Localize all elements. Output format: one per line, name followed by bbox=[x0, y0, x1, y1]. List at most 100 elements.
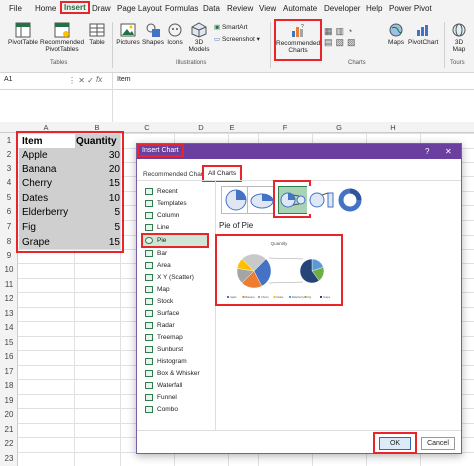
row-header[interactable]: 2 bbox=[0, 150, 18, 159]
subtype-doughnut[interactable] bbox=[335, 186, 365, 214]
tab-recommended-charts[interactable]: Recommended Charts bbox=[143, 171, 208, 178]
cell-quantity[interactable]: 15 bbox=[100, 236, 120, 249]
3d-map-button[interactable]: 3D Map bbox=[448, 22, 470, 53]
fx-icon[interactable]: fx bbox=[96, 75, 102, 84]
formula-input[interactable]: Item bbox=[117, 76, 131, 83]
cell-item[interactable]: Elderberry bbox=[22, 206, 68, 219]
row-header[interactable]: 11 bbox=[0, 280, 18, 289]
smartart-button[interactable]: ▣ SmartArt bbox=[214, 23, 248, 31]
ok-button[interactable]: OK bbox=[379, 437, 411, 450]
screenshot-button[interactable]: ▭ Screenshot ▾ bbox=[214, 35, 260, 43]
row-header[interactable]: 9 bbox=[0, 251, 18, 260]
chart-gallery-icons[interactable]: ▦▥◔ ▤▧▨ bbox=[324, 26, 359, 48]
row-header[interactable]: 10 bbox=[0, 265, 18, 274]
row-header[interactable]: 5 bbox=[0, 193, 18, 202]
row-header[interactable]: 22 bbox=[0, 439, 18, 448]
row-header[interactable]: 17 bbox=[0, 367, 18, 376]
chart-type-funnel[interactable]: Funnel bbox=[145, 392, 177, 403]
row-header[interactable]: 20 bbox=[0, 410, 18, 419]
tab-power-pivot[interactable]: Power Pivot bbox=[389, 4, 432, 13]
tab-home[interactable]: Home bbox=[35, 4, 56, 13]
row-header[interactable]: 19 bbox=[0, 396, 18, 405]
cell-quantity[interactable]: 20 bbox=[100, 163, 120, 176]
chart-type-treemap[interactable]: Treemap bbox=[145, 332, 183, 343]
pivotchart-button[interactable]: PivotChart bbox=[408, 22, 438, 46]
row-header[interactable]: 18 bbox=[0, 381, 18, 390]
cell-quantity[interactable]: 5 bbox=[100, 206, 120, 219]
tab-page-layout[interactable]: Page Layout bbox=[117, 4, 162, 13]
shapes-button[interactable]: Shapes bbox=[141, 22, 165, 46]
subtype-bar-of-pie[interactable] bbox=[307, 186, 337, 214]
tab-draw[interactable]: Draw bbox=[92, 4, 111, 13]
chart-type-histogram[interactable]: Histogram bbox=[145, 356, 187, 367]
tab-developer[interactable]: Developer bbox=[324, 4, 360, 13]
cell-item[interactable]: Cherry bbox=[22, 177, 52, 190]
help-icon[interactable]: ? bbox=[425, 147, 429, 156]
cell-quantity[interactable]: 15 bbox=[100, 177, 120, 190]
3d-models-button[interactable]: 3D Models bbox=[187, 22, 211, 53]
chart-type-area[interactable]: Area bbox=[145, 260, 171, 271]
tab-insert[interactable]: Insert bbox=[60, 1, 90, 14]
recommended-charts-button[interactable]: ? Recommended Charts bbox=[274, 19, 322, 61]
row-header[interactable]: 4 bbox=[0, 178, 18, 187]
column-header-e[interactable]: E bbox=[205, 123, 259, 132]
cell-header-quantity[interactable]: Quantity bbox=[76, 135, 117, 148]
column-header-f[interactable]: F bbox=[258, 123, 312, 132]
row-header[interactable]: 7 bbox=[0, 222, 18, 231]
chart-type-bar[interactable]: Bar bbox=[145, 248, 167, 259]
cell-quantity[interactable]: 30 bbox=[100, 149, 120, 162]
tab-formulas[interactable]: Formulas bbox=[165, 4, 198, 13]
chart-type-waterfall[interactable]: Waterfall bbox=[145, 380, 182, 391]
column-header-c[interactable]: C bbox=[120, 123, 174, 132]
icons-button[interactable]: Icons bbox=[165, 22, 185, 46]
maps-button[interactable]: Maps bbox=[386, 22, 406, 46]
name-box[interactable]: A1 bbox=[4, 76, 64, 87]
tab-help[interactable]: Help bbox=[366, 4, 382, 13]
chart-type-surface[interactable]: Surface bbox=[145, 308, 179, 319]
cell-item[interactable]: Apple bbox=[22, 149, 48, 162]
row-header[interactable]: 8 bbox=[0, 237, 18, 246]
row-header[interactable]: 14 bbox=[0, 323, 18, 332]
pivottable-button[interactable]: PivotTable bbox=[8, 22, 38, 46]
row-header[interactable]: 3 bbox=[0, 164, 18, 173]
subtype-3d-pie[interactable] bbox=[247, 186, 277, 214]
pictures-button[interactable]: Pictures bbox=[116, 22, 140, 46]
chart-type-recent[interactable]: Recent bbox=[145, 186, 178, 197]
row-header[interactable]: 23 bbox=[0, 454, 18, 463]
row-header[interactable]: 6 bbox=[0, 207, 18, 216]
cell-item[interactable]: Dates bbox=[22, 192, 48, 205]
recommended-pivottables-button[interactable]: Recommended PivotTables bbox=[40, 22, 84, 53]
column-header-g[interactable]: G bbox=[312, 123, 366, 132]
chart-type-stock[interactable]: Stock bbox=[145, 296, 173, 307]
chart-type-line[interactable]: Line bbox=[145, 222, 169, 233]
cell-item[interactable]: Banana bbox=[22, 163, 56, 176]
cell-header-item[interactable]: Item bbox=[22, 135, 43, 148]
tab-review[interactable]: Review bbox=[227, 4, 253, 13]
subtype-pie-of-pie[interactable] bbox=[278, 186, 308, 214]
row-header[interactable]: 1 bbox=[0, 136, 18, 145]
chart-type-pie[interactable]: Pie bbox=[141, 233, 209, 248]
chart-type-templates[interactable]: Templates bbox=[145, 198, 187, 209]
row-header[interactable]: 13 bbox=[0, 309, 18, 318]
table-button[interactable]: Table bbox=[86, 22, 108, 46]
tab-file[interactable]: File bbox=[9, 4, 22, 13]
chart-type-column[interactable]: Column bbox=[145, 210, 179, 221]
cell-quantity[interactable]: 10 bbox=[100, 192, 120, 205]
tab-data[interactable]: Data bbox=[203, 4, 220, 13]
chart-type-map[interactable]: Map bbox=[145, 284, 170, 295]
tab-all-charts[interactable]: All Charts bbox=[201, 165, 243, 182]
column-header-a[interactable]: A bbox=[18, 123, 74, 132]
row-header[interactable]: 15 bbox=[0, 338, 18, 347]
chart-type-box-whisker[interactable]: Box & Whisker bbox=[145, 368, 200, 379]
column-header-h[interactable]: H bbox=[366, 123, 420, 132]
cell-item[interactable]: Grape bbox=[22, 236, 50, 249]
chart-preview[interactable]: Quantity Apple Banana Cherry Dates Elderberr… bbox=[215, 234, 343, 306]
chart-type-scatter[interactable]: X Y (Scatter) bbox=[145, 272, 194, 283]
row-header[interactable]: 16 bbox=[0, 352, 18, 361]
tab-automate[interactable]: Automate bbox=[283, 4, 317, 13]
cell-item[interactable]: Fig bbox=[22, 221, 36, 234]
close-icon[interactable]: ✕ bbox=[445, 147, 452, 156]
cell-quantity[interactable]: 5 bbox=[100, 221, 120, 234]
column-header-b[interactable]: B bbox=[74, 123, 120, 132]
tab-view[interactable]: View bbox=[259, 4, 276, 13]
